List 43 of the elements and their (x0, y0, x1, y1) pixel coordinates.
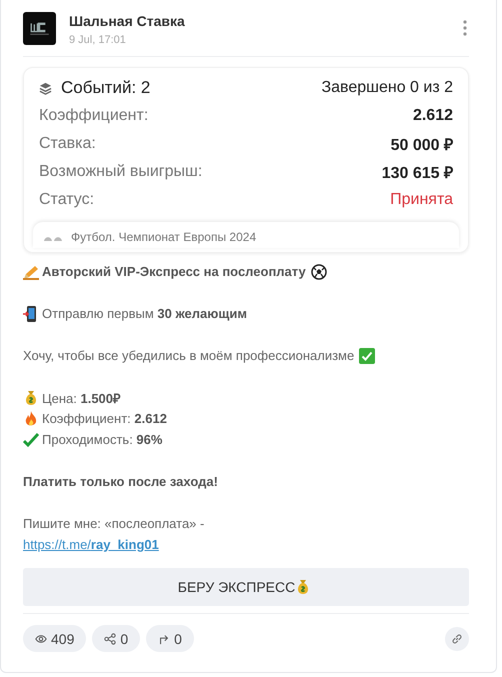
forward-counter[interactable]: 0 (146, 625, 194, 652)
pencil-icon (23, 264, 39, 280)
check-mark-icon (23, 432, 39, 448)
event-preview[interactable]: Футбол. Чемпионат Европы 2024 (33, 222, 459, 248)
link-icon (451, 632, 463, 644)
message-text: Хочу, чтобы все убедились в моём профессионализме (23, 348, 354, 363)
message-text: Коэффициент: 2.612 (42, 411, 167, 426)
message-text: Проходимость: 96% (42, 432, 162, 447)
bet-value: 2.612 (412, 107, 453, 125)
message-text: Пишите мне: «послеоплата» - (23, 516, 204, 531)
money-bag-icon (23, 390, 39, 406)
phone-icon (23, 306, 39, 322)
soccer-ball-icon (310, 264, 327, 280)
post-time: 9 Jul, 17:01 (69, 34, 127, 46)
message-text: Отправлю первым 30 желающим (42, 306, 247, 321)
bet-label: Коэффициент: (39, 107, 148, 125)
bet-label: Ставка: (39, 135, 96, 153)
layers-icon (39, 82, 52, 94)
views-counter[interactable]: 409 (23, 625, 86, 652)
message-text: Авторский VIP-Экспресс на послеоплату (42, 264, 306, 279)
bet-label: Возможный выигрыш: (39, 163, 202, 181)
copy-link-button[interactable] (445, 626, 469, 650)
message-text: Цена: 1.500₽ (42, 390, 122, 406)
more-icon[interactable] (463, 20, 467, 36)
bet-value: 130 615 ₽ (382, 164, 453, 183)
flame-icon (23, 410, 39, 426)
eye-icon (35, 632, 47, 644)
progress-text: Завершено 0 из 2 (321, 79, 453, 97)
check-box-icon (359, 348, 376, 364)
message-text: Платить только после захода! (23, 474, 218, 489)
order-button[interactable]: БЕРУ ЭКСПРЕСС (23, 568, 469, 606)
channel-avatar[interactable] (23, 12, 56, 45)
bet-value: Принята (390, 191, 453, 209)
events-count: Событий: 2 (61, 78, 150, 98)
event-title: Футбол. Чемпионат Европы 2024 (71, 230, 256, 244)
bet-value: 50 000 ₽ (390, 136, 453, 155)
bet-card[interactable]: Событий: 2 Завершено 0 из 2 Коэффициент: 2.612 Ставка: 50 000 ₽ Возможный выигрыш: 130 615 ₽ Статус: Принята Футбол. Чемпионат Европы 2024 (23, 67, 469, 253)
channel-name[interactable]: Шальная Ставка (69, 13, 450, 29)
telegram-link[interactable]: https://t.me/ray_king01 (23, 537, 159, 552)
forward-arrow-icon (158, 632, 170, 644)
share-icon (104, 632, 116, 644)
share-counter[interactable]: 0 (92, 625, 140, 652)
bet-label: Статус: (39, 191, 94, 209)
